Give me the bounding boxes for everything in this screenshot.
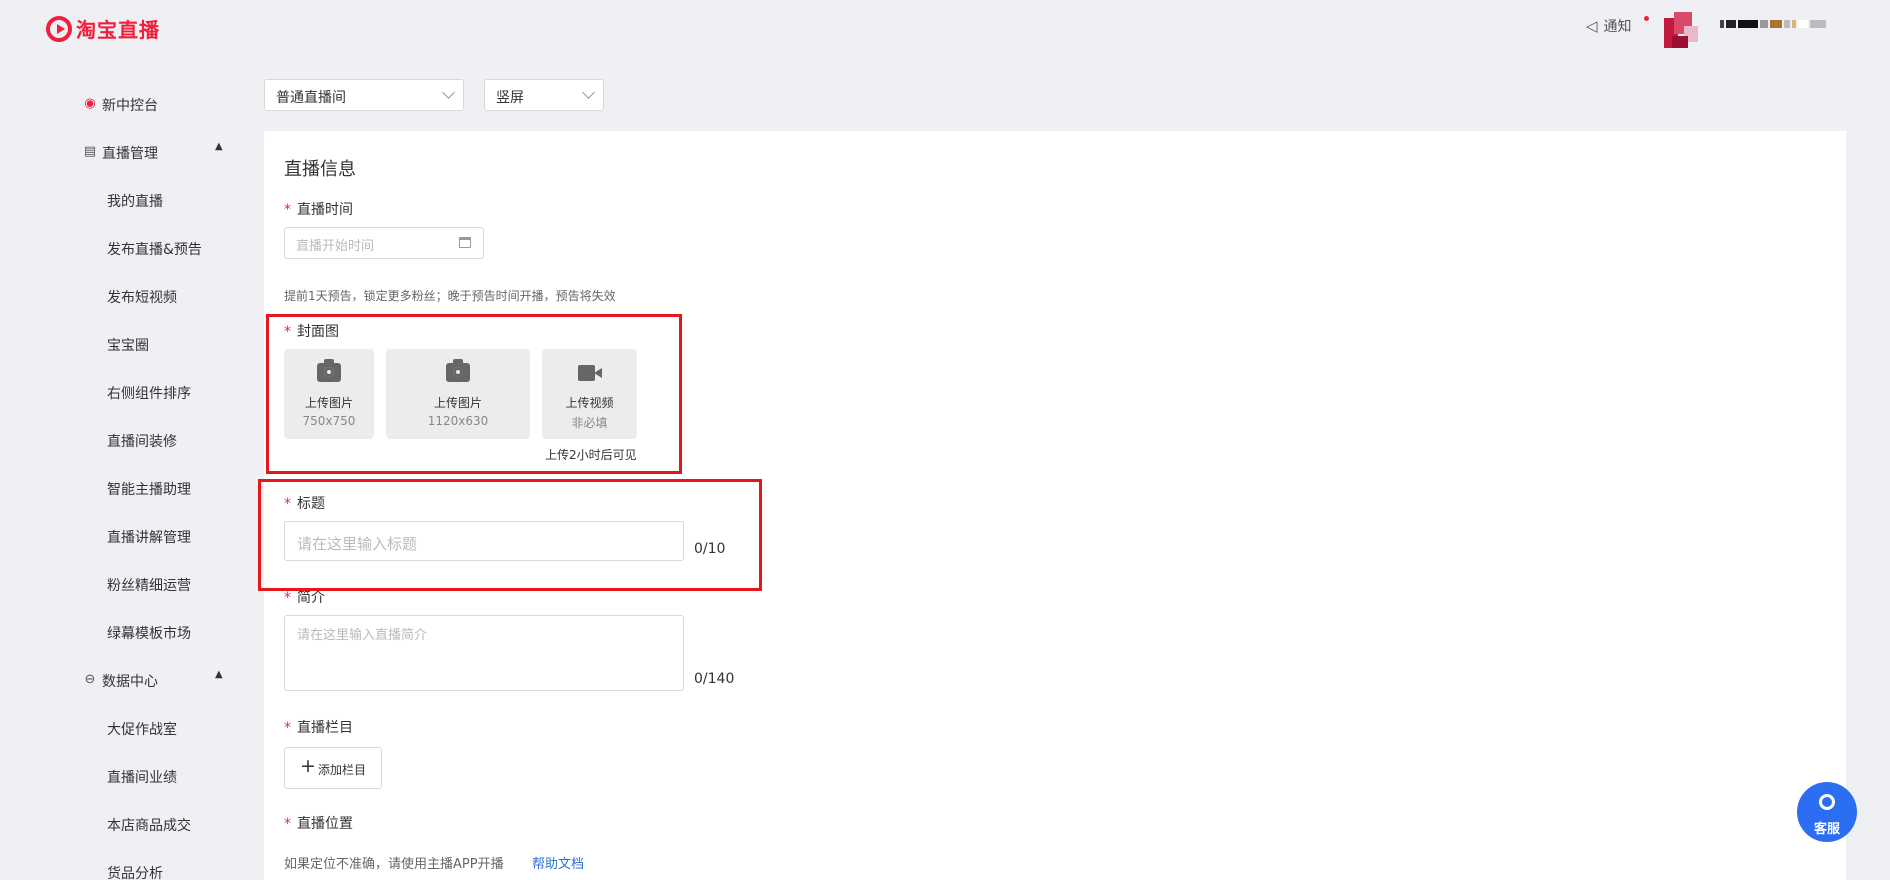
sidebar-item-label: 新中控台	[102, 98, 158, 114]
sidebar-item-label: 右侧组件排序	[107, 386, 191, 402]
location-label: * 直播位置	[284, 816, 353, 832]
customer-service-button[interactable]: 客服	[1797, 782, 1857, 842]
sidebar-item-label: 绿幕模板市场	[107, 626, 191, 642]
sidebar-item-publish-live[interactable]: 发布直播&预告	[0, 224, 260, 272]
sidebar-item-explanation-management[interactable]: 直播讲解管理	[0, 512, 260, 560]
sidebar-group-live-management[interactable]: ▤ 直播管理 ▲	[0, 128, 260, 176]
required-mark: *	[284, 590, 291, 606]
sidebar-group-label: 直播管理	[102, 146, 158, 162]
sidebar-item-label: 直播间装修	[107, 434, 177, 450]
sidebar-item-label: 发布短视频	[107, 290, 177, 306]
highlight-box-title	[258, 479, 762, 591]
notification-dot	[1644, 16, 1649, 21]
sidebar-item-label: 直播讲解管理	[107, 530, 191, 546]
add-column-label: 添加栏目	[318, 763, 367, 777]
intro-counter: 0/140	[694, 671, 735, 687]
sidebar-item-label: 大促作战室	[107, 722, 177, 738]
avatar[interactable]	[1664, 10, 1702, 50]
document-icon: ▤	[83, 144, 97, 159]
sidebar-item-label: 货品分析	[107, 866, 163, 880]
live-logo-icon: ◉	[84, 96, 96, 111]
required-mark: *	[284, 720, 291, 736]
sidebar-group-label: 数据中心	[102, 674, 158, 690]
sidebar-item-label: 我的直播	[107, 194, 163, 210]
sidebar-item-new-console[interactable]: ◉ 新中控台	[0, 80, 260, 128]
intro-placeholder: 请在这里输入直播简介	[297, 628, 428, 643]
sidebar-item-baby-circle[interactable]: 宝宝圈	[0, 320, 260, 368]
sidebar-item-label: 发布直播&预告	[107, 242, 202, 258]
sidebar-item-goods-analysis[interactable]: 货品分析	[0, 848, 260, 880]
sidebar-item-smart-assistant[interactable]: 智能主播助理	[0, 464, 260, 512]
calendar-icon	[459, 237, 471, 248]
sidebar-item-publish-short-video[interactable]: 发布短视频	[0, 272, 260, 320]
sidebar-item-label: 直播间业绩	[107, 770, 177, 786]
sidebar-item-my-live[interactable]: 我的直播	[0, 176, 260, 224]
megaphone-icon: ◁	[1586, 17, 1598, 35]
orientation-select[interactable]: 竖屏	[484, 79, 604, 111]
live-time-label: * 直播时间	[284, 202, 353, 218]
customer-service-label: 客服	[1813, 822, 1840, 837]
sidebar-item-fan-operations[interactable]: 粉丝精细运营	[0, 560, 260, 608]
sidebar-item-room-decoration[interactable]: 直播间装修	[0, 416, 260, 464]
sidebar-item-green-screen-market[interactable]: 绿幕模板市场	[0, 608, 260, 656]
panel-title: 直播信息	[284, 159, 356, 180]
help-doc-link[interactable]: 帮助文档	[532, 853, 584, 872]
room-type-value: 普通直播间	[276, 90, 346, 106]
live-start-time-placeholder: 直播开始时间	[296, 239, 375, 254]
sidebar-item-label: 宝宝圈	[107, 338, 149, 354]
orientation-value: 竖屏	[496, 90, 524, 106]
sidebar-item-store-sales[interactable]: 本店商品成交	[0, 800, 260, 848]
chevron-up-icon: ▲	[215, 669, 223, 680]
live-start-time-picker[interactable]: 直播开始时间	[284, 227, 484, 259]
required-mark: *	[284, 202, 291, 218]
required-mark: *	[284, 816, 291, 832]
add-column-button[interactable]: + 添加栏目	[284, 747, 382, 789]
preview-hint: 提前1天预告，锁定更多粉丝；晚于预告时间开播，预告将失效	[284, 289, 616, 303]
sidebar-item-label: 智能主播助理	[107, 482, 191, 498]
live-logo-icon	[46, 15, 72, 42]
brand-logo[interactable]: 淘宝直播	[46, 14, 160, 43]
sidebar-item-war-room[interactable]: 大促作战室	[0, 704, 260, 752]
intro-textarea[interactable]: 请在这里输入直播简介	[284, 615, 684, 691]
sidebar-item-widget-order[interactable]: 右侧组件排序	[0, 368, 260, 416]
notification-button[interactable]: ◁ 通知	[1586, 16, 1649, 36]
location-hint: 如果定位不准确，请使用主播APP开播	[284, 857, 504, 872]
room-type-select[interactable]: 普通直播间	[264, 79, 464, 111]
column-label: * 直播栏目	[284, 720, 353, 736]
data-center-icon: ⊖	[84, 672, 96, 687]
plus-icon: +	[300, 755, 316, 777]
sidebar-item-label: 本店商品成交	[107, 818, 191, 834]
sidebar-item-label: 粉丝精细运营	[107, 578, 191, 594]
chevron-down-icon	[582, 86, 595, 99]
user-name-masked[interactable]	[1720, 20, 1826, 30]
highlight-box-cover	[266, 314, 682, 474]
notification-label: 通知	[1603, 19, 1632, 35]
headset-icon	[1819, 794, 1835, 810]
top-bar: 淘宝直播 ◁ 通知	[0, 0, 1890, 56]
sidebar-item-room-performance[interactable]: 直播间业绩	[0, 752, 260, 800]
brand-name: 淘宝直播	[76, 18, 160, 42]
chevron-down-icon	[442, 86, 455, 99]
sidebar-group-data-center[interactable]: ⊖ 数据中心 ▲	[0, 656, 260, 704]
chevron-up-icon: ▲	[215, 141, 223, 152]
